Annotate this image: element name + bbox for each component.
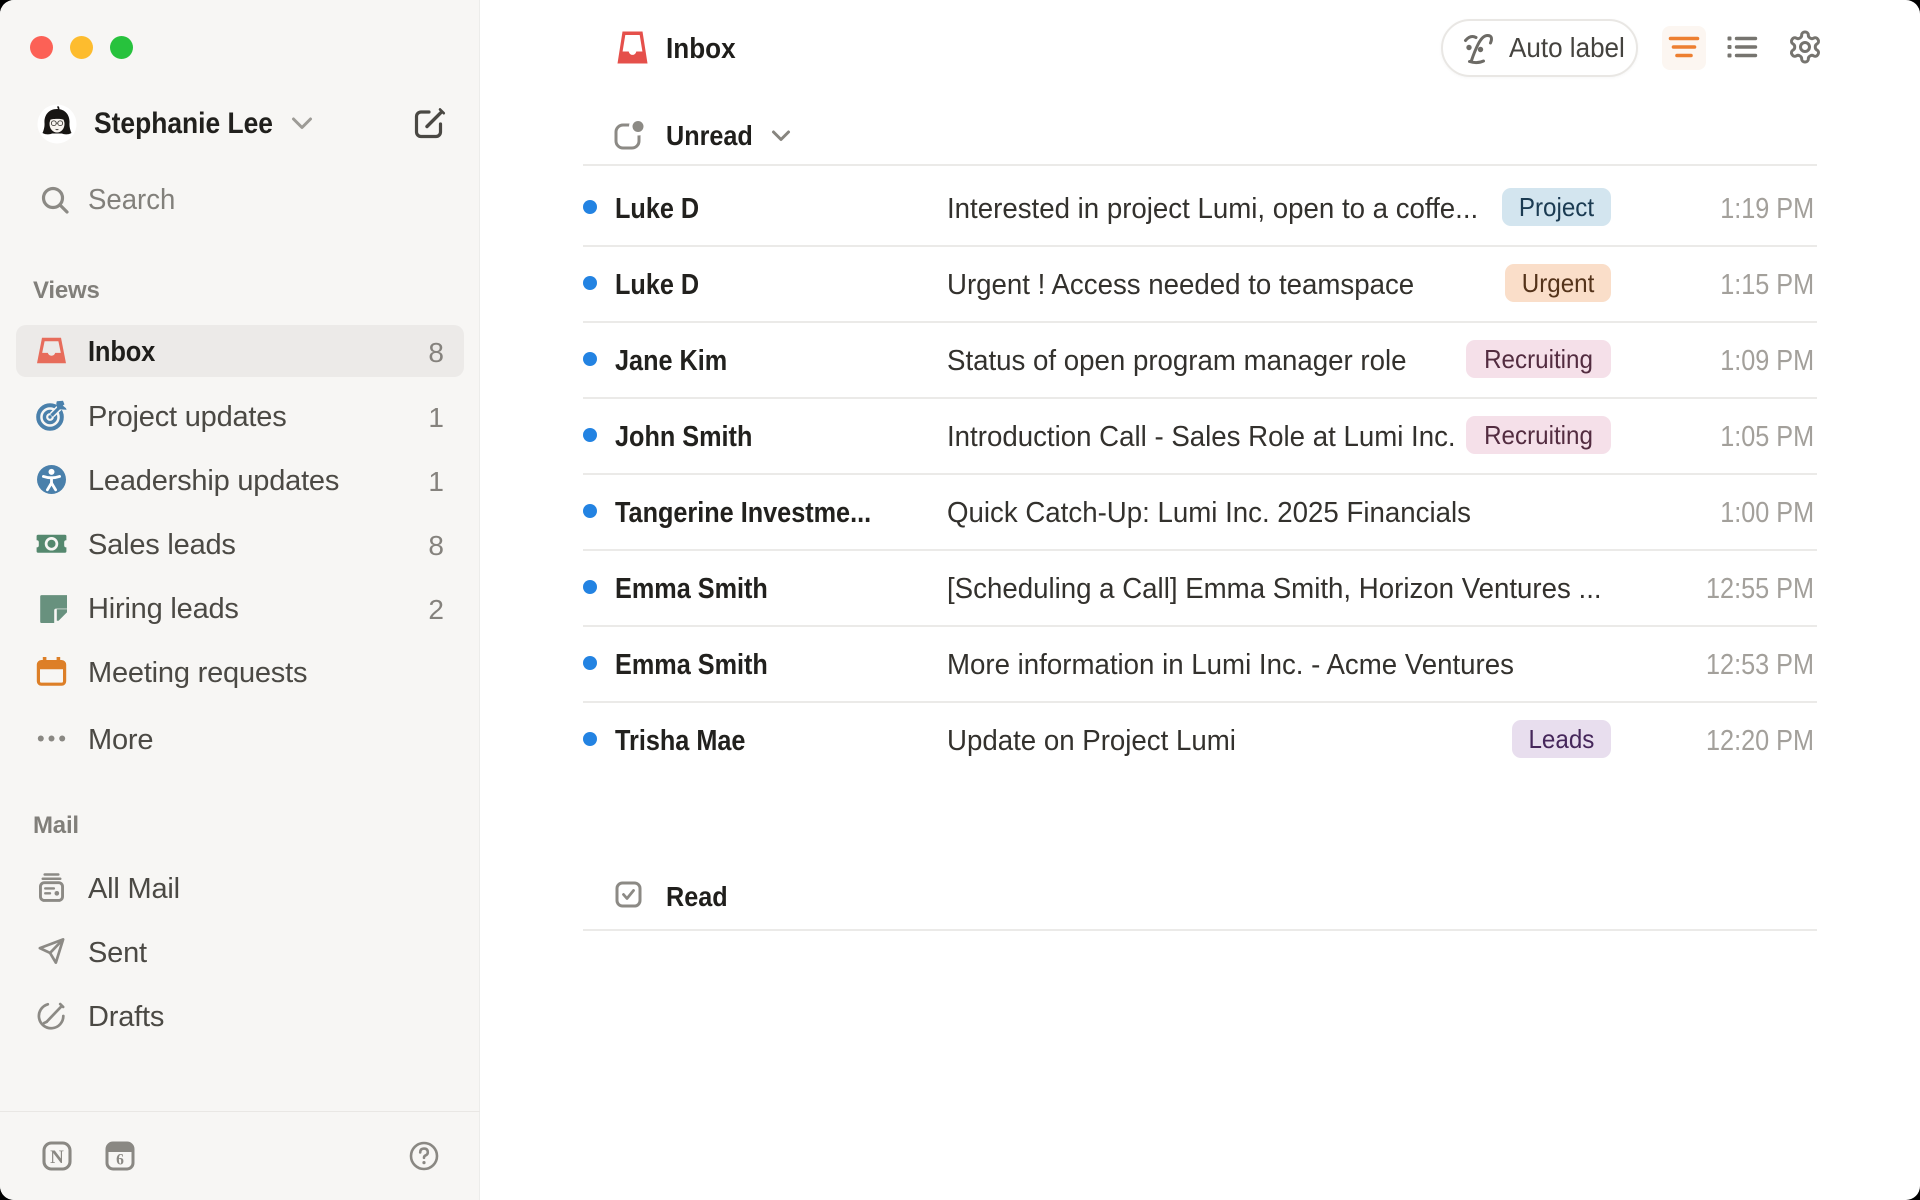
svg-text:6: 6: [116, 1152, 124, 1169]
svg-text:N: N: [50, 1147, 64, 1168]
